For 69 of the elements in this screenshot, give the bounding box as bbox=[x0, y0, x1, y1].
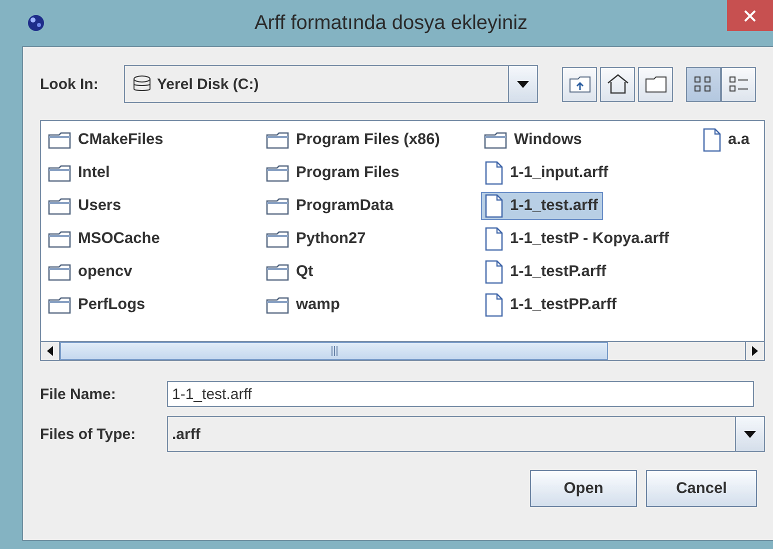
list-view-button[interactable] bbox=[686, 66, 721, 102]
folder-icon bbox=[484, 131, 508, 149]
cancel-button[interactable]: Cancel bbox=[646, 470, 757, 507]
disk-icon bbox=[133, 75, 151, 93]
close-button[interactable] bbox=[727, 0, 773, 31]
file-item[interactable]: 1-1_test.arff bbox=[481, 192, 603, 220]
document-icon bbox=[484, 161, 504, 185]
document-icon bbox=[484, 227, 504, 251]
document-icon bbox=[484, 194, 504, 218]
file-item[interactable]: 1-1_testP - Kopya.arff bbox=[481, 225, 674, 253]
folder-item[interactable]: Qt bbox=[263, 258, 318, 286]
file-type-dropdown[interactable]: .arff bbox=[167, 416, 765, 452]
globe-icon bbox=[27, 14, 45, 32]
folder-icon bbox=[48, 230, 72, 248]
new-folder-button[interactable] bbox=[638, 66, 673, 102]
folder-item[interactable]: Windows bbox=[481, 126, 587, 154]
document-icon bbox=[484, 293, 504, 317]
look-in-value: Yerel Disk (C:) bbox=[157, 76, 259, 92]
folder-icon bbox=[48, 131, 72, 149]
window-title: Arff formatında dosya ekleyiniz bbox=[253, 12, 529, 34]
details-view-button[interactable] bbox=[721, 66, 756, 102]
folder-item[interactable]: MSOCache bbox=[45, 225, 165, 253]
folder-icon bbox=[266, 263, 290, 281]
folder-icon bbox=[266, 131, 290, 149]
document-icon bbox=[484, 260, 504, 284]
folder-icon bbox=[266, 164, 290, 182]
look-in-label: Look In: bbox=[40, 76, 100, 92]
details-view-icon bbox=[728, 75, 748, 93]
folder-item[interactable]: Users bbox=[45, 192, 126, 220]
file-item[interactable]: 1-1_testP.arff bbox=[481, 258, 612, 286]
dropdown-button[interactable] bbox=[508, 66, 537, 102]
folder-item[interactable]: Program Files bbox=[263, 159, 404, 187]
folder-item[interactable]: CMakeFiles bbox=[45, 126, 168, 154]
folder-item[interactable]: Python27 bbox=[263, 225, 371, 253]
folder-icon bbox=[644, 75, 666, 93]
folder-icon bbox=[266, 296, 290, 314]
dropdown-button[interactable] bbox=[735, 417, 764, 451]
up-folder-button[interactable] bbox=[562, 66, 597, 102]
folder-icon bbox=[266, 230, 290, 248]
folder-icon bbox=[48, 197, 72, 215]
folder-item[interactable]: opencv bbox=[45, 258, 138, 286]
folder-icon bbox=[48, 164, 72, 182]
home-button[interactable] bbox=[600, 66, 635, 102]
folder-item[interactable]: Program Files (x86) bbox=[263, 126, 445, 154]
file-item[interactable]: 1-1_testPP.arff bbox=[481, 291, 622, 319]
caret-icon bbox=[517, 79, 529, 89]
folder-up-icon bbox=[568, 75, 590, 93]
home-icon bbox=[606, 74, 628, 94]
grip-icon bbox=[330, 346, 338, 356]
scroll-thumb[interactable] bbox=[60, 342, 608, 360]
file-item[interactable]: a.a bbox=[699, 126, 755, 154]
folder-item[interactable]: PerfLogs bbox=[45, 291, 150, 319]
folder-icon bbox=[48, 296, 72, 314]
folder-item[interactable]: Intel bbox=[45, 159, 115, 187]
look-in-dropdown[interactable]: Yerel Disk (C:) bbox=[124, 65, 538, 103]
document-icon bbox=[702, 128, 722, 152]
file-item[interactable]: 1-1_input.arff bbox=[481, 159, 614, 187]
caret-icon bbox=[744, 429, 756, 439]
folder-item[interactable]: ProgramData bbox=[263, 192, 398, 220]
close-icon bbox=[744, 10, 756, 22]
folder-icon bbox=[48, 263, 72, 281]
file-type-label: Files of Type: bbox=[40, 426, 137, 442]
open-button[interactable]: Open bbox=[530, 470, 637, 507]
file-name-label: File Name: bbox=[40, 386, 117, 402]
folder-item[interactable]: wamp bbox=[263, 291, 345, 319]
grid-view-icon bbox=[694, 75, 714, 93]
horizontal-scrollbar[interactable] bbox=[41, 341, 764, 360]
file-name-field[interactable]: 1-1_test.arff bbox=[167, 381, 754, 407]
folder-icon bbox=[266, 197, 290, 215]
